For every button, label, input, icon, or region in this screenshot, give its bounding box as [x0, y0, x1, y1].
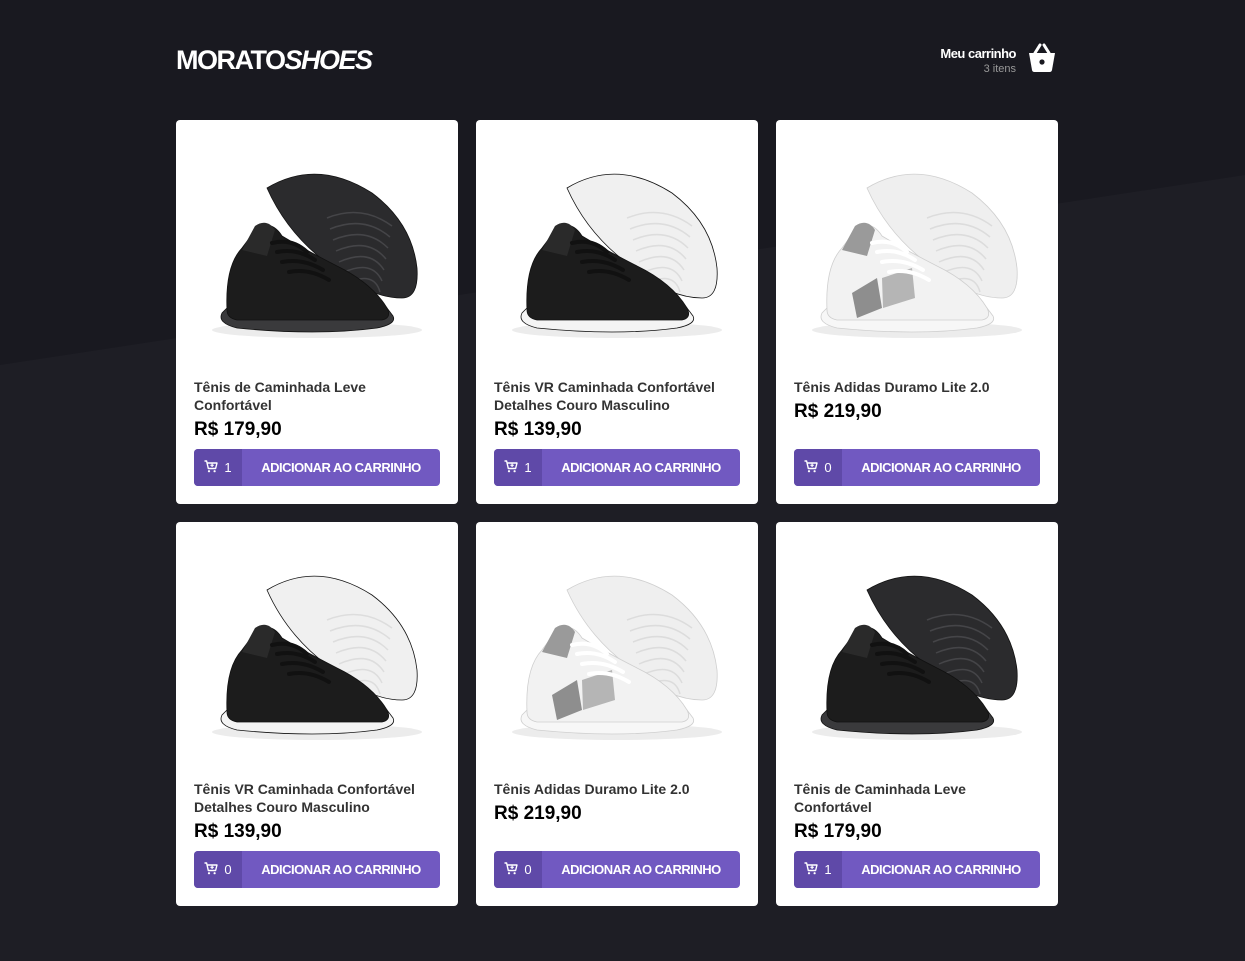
quantity-value: 0 [824, 460, 832, 475]
add-to-cart-label: ADICIONAR AO CARRINHO [261, 460, 421, 475]
quantity-value: 1 [224, 460, 232, 475]
add-to-cart-label: ADICIONAR AO CARRINHO [861, 862, 1021, 877]
add-to-cart-button[interactable]: 1 ADICIONAR AO CARRINHO [194, 449, 440, 486]
add-to-cart-button[interactable]: 0 ADICIONAR AO CARRINHO [794, 449, 1040, 486]
product-image [794, 138, 1040, 358]
product-image [194, 138, 440, 358]
product-image [194, 540, 440, 760]
product-title: Tênis VR Caminhada Confortável Detalhes … [194, 781, 415, 815]
add-cart-icon [204, 459, 219, 476]
product-price: R$ 139,90 [194, 821, 282, 842]
product-title: Tênis Adidas Duramo Lite 2.0 [494, 781, 690, 797]
product-card: Tênis Adidas Duramo Lite 2.0 R$ 219,90 0… [476, 522, 758, 906]
product-image [494, 138, 740, 358]
add-to-cart-button[interactable]: 1 ADICIONAR AO CARRINHO [494, 449, 740, 486]
add-to-cart-label: ADICIONAR AO CARRINHO [861, 460, 1021, 475]
cart-quantity: 1 [494, 449, 542, 486]
quantity-value: 0 [224, 862, 232, 877]
product-card: Tênis VR Caminhada Confortável Detalhes … [476, 120, 758, 504]
cart-title: Meu carrinho [940, 45, 1016, 61]
header: MORATOSHOES Meu carrinho 3 itens [176, 0, 1058, 120]
product-price: R$ 219,90 [494, 803, 582, 824]
add-cart-icon [204, 861, 219, 878]
add-cart-icon [504, 459, 519, 476]
cart-text: Meu carrinho 3 itens [940, 46, 1016, 75]
cart-quantity: 0 [794, 449, 842, 486]
product-title: Tênis Adidas Duramo Lite 2.0 [794, 379, 990, 395]
product-price: R$ 179,90 [794, 821, 882, 842]
product-list: Tênis de Caminhada Leve Confortável R$ 1… [176, 120, 1058, 906]
cart-quantity: 1 [794, 851, 842, 888]
basket-icon [1026, 43, 1058, 78]
add-cart-icon [804, 459, 819, 476]
page-container: MORATOSHOES Meu carrinho 3 itens Tênis d… [176, 0, 1058, 906]
add-to-cart-button[interactable]: 1 ADICIONAR AO CARRINHO [794, 851, 1040, 888]
add-to-cart-label: ADICIONAR AO CARRINHO [561, 862, 721, 877]
product-image [494, 540, 740, 760]
product-card: Tênis de Caminhada Leve Confortável R$ 1… [176, 120, 458, 504]
logo-main: MORATO [176, 44, 286, 75]
product-card: Tênis Adidas Duramo Lite 2.0 R$ 219,90 0… [776, 120, 1058, 504]
quantity-value: 1 [524, 460, 532, 475]
product-card: Tênis de Caminhada Leve Confortável R$ 1… [776, 522, 1058, 906]
product-title: Tênis de Caminhada Leve Confortável [194, 379, 366, 413]
add-cart-icon [804, 861, 819, 878]
add-to-cart-label: ADICIONAR AO CARRINHO [561, 460, 721, 475]
add-to-cart-label: ADICIONAR AO CARRINHO [261, 862, 421, 877]
cart-link[interactable]: Meu carrinho 3 itens [940, 43, 1058, 78]
logo[interactable]: MORATOSHOES [176, 44, 374, 76]
product-title: Tênis de Caminhada Leve Confortável [794, 781, 966, 815]
product-price: R$ 179,90 [194, 419, 282, 440]
product-price: R$ 139,90 [494, 419, 582, 440]
logo-italic: SHOES [284, 44, 374, 75]
cart-quantity: 0 [194, 851, 242, 888]
quantity-value: 1 [824, 862, 832, 877]
quantity-value: 0 [524, 862, 532, 877]
cart-quantity: 0 [494, 851, 542, 888]
add-cart-icon [504, 861, 519, 878]
add-to-cart-button[interactable]: 0 ADICIONAR AO CARRINHO [194, 851, 440, 888]
product-card: Tênis VR Caminhada Confortável Detalhes … [176, 522, 458, 906]
cart-quantity: 1 [194, 449, 242, 486]
product-image [794, 540, 1040, 760]
product-price: R$ 219,90 [794, 401, 882, 422]
add-to-cart-button[interactable]: 0 ADICIONAR AO CARRINHO [494, 851, 740, 888]
product-title: Tênis VR Caminhada Confortável Detalhes … [494, 379, 715, 413]
cart-count: 3 itens [983, 62, 1016, 75]
